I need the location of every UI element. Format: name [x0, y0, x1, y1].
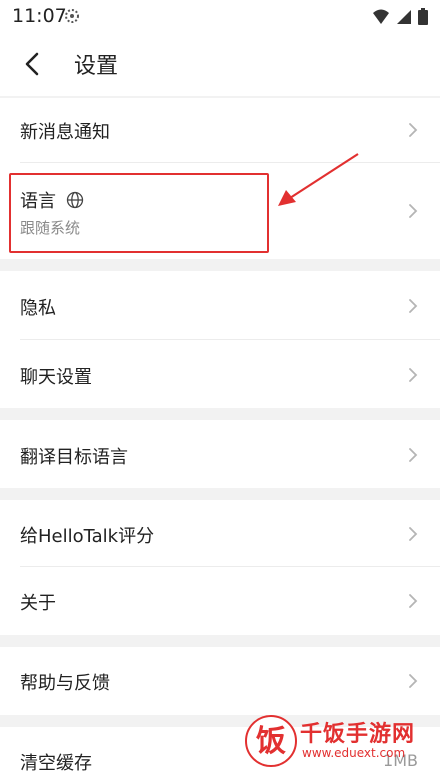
- section-gap: [0, 408, 440, 420]
- section-gap: [0, 635, 440, 647]
- app-notification-icon: [64, 8, 80, 28]
- settings-item-label: 关于: [20, 593, 56, 614]
- annotation-highlight-box: [9, 173, 269, 253]
- settings-item-label: 给HelloTalk评分: [20, 526, 155, 547]
- watermark-url: www.eduext.com: [302, 746, 406, 760]
- back-button[interactable]: [14, 46, 50, 82]
- watermark-logo-icon: 饭: [245, 715, 297, 767]
- settings-item-translate-language[interactable]: 翻译目标语言: [0, 420, 440, 488]
- settings-item-rate[interactable]: 给HelloTalk评分: [0, 500, 440, 566]
- settings-item-label: 新消息通知: [20, 122, 110, 143]
- settings-item-about[interactable]: 关于: [0, 567, 440, 635]
- chevron-right-icon: [409, 594, 418, 608]
- settings-item-notifications[interactable]: 新消息通知: [0, 98, 440, 162]
- chevron-right-icon: [409, 527, 418, 541]
- settings-item-label: 清空缓存: [20, 753, 92, 774]
- settings-item-label: 翻译目标语言: [20, 447, 128, 468]
- settings-item-help[interactable]: 帮助与反馈: [0, 647, 440, 715]
- section-gap: [0, 259, 440, 271]
- annotation-arrow-icon: [278, 153, 359, 206]
- status-icons: [372, 8, 428, 29]
- chevron-right-icon: [409, 123, 418, 137]
- settings-item-label: 聊天设置: [20, 367, 92, 388]
- chevron-right-icon: [409, 368, 418, 382]
- settings-item-privacy[interactable]: 隐私: [0, 271, 440, 339]
- status-time: 11:07: [12, 5, 67, 27]
- signal-icon: [396, 9, 412, 29]
- chevron-right-icon: [409, 204, 418, 218]
- settings-item-label: 隐私: [20, 298, 56, 319]
- chevron-right-icon: [409, 299, 418, 313]
- header: 设置: [0, 34, 440, 96]
- chevron-right-icon: [409, 674, 418, 688]
- status-bar: 11:07: [0, 0, 440, 34]
- page-title: 设置: [74, 54, 119, 79]
- settings-item-chat[interactable]: 聊天设置: [0, 340, 440, 408]
- watermark-logo: 饭 千饭手游网 www.eduext.com: [244, 712, 440, 770]
- watermark-title: 千饭手游网: [300, 722, 416, 747]
- watermark-logo-char: 饭: [256, 724, 286, 759]
- battery-icon: [418, 8, 428, 29]
- settings-item-label: 帮助与反馈: [20, 673, 110, 694]
- section-gap: [0, 488, 440, 500]
- back-arrow-icon: [25, 52, 39, 76]
- wifi-icon: [372, 9, 390, 29]
- chevron-right-icon: [409, 448, 418, 462]
